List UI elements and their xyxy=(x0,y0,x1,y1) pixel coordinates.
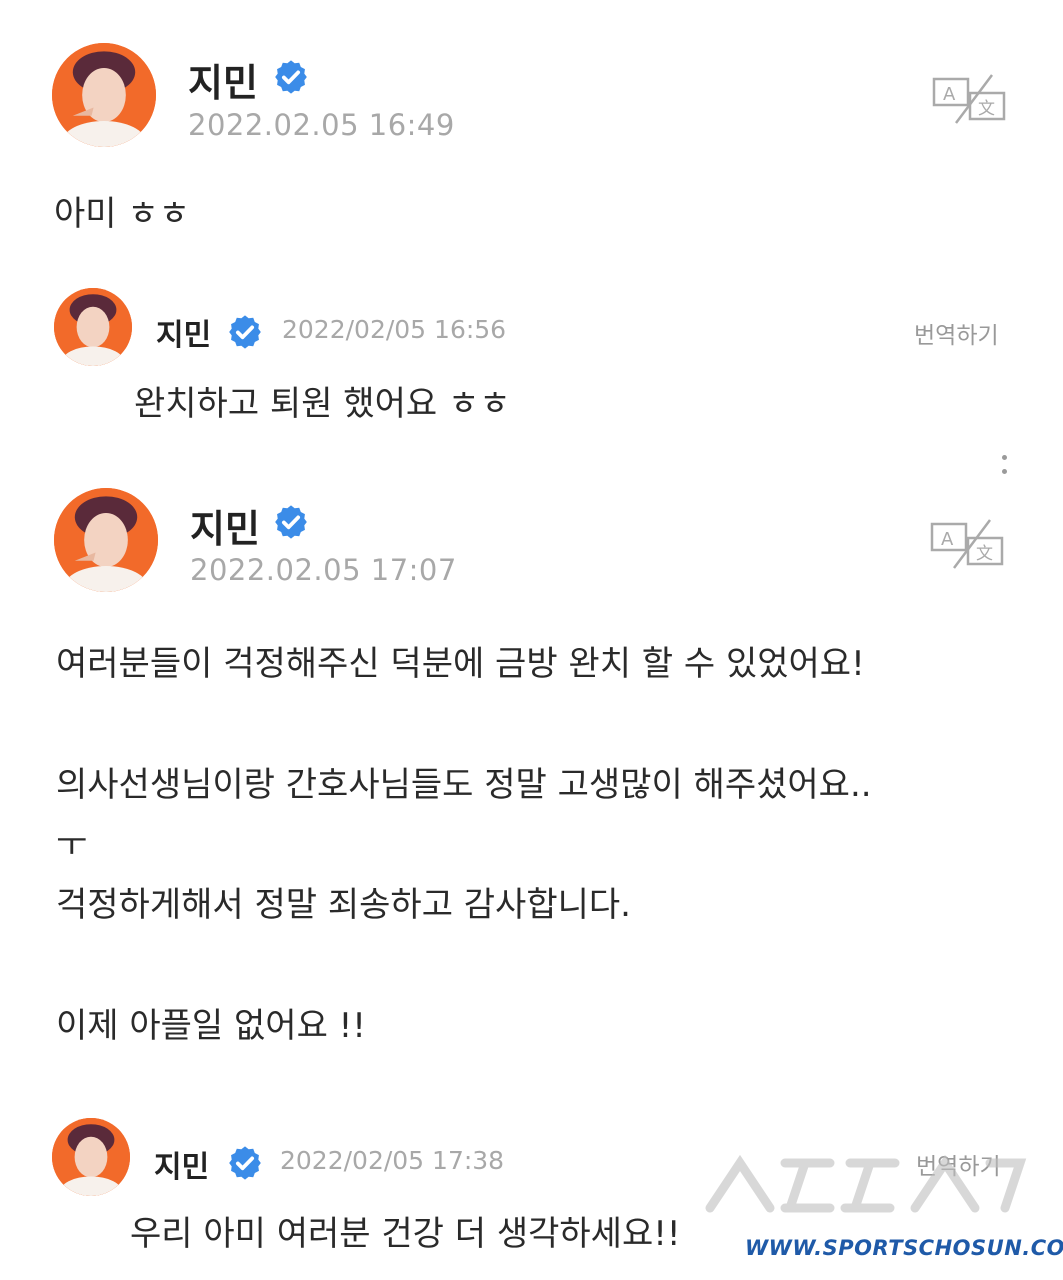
watermark-url: WWW.SPORTSCHOSUN.COM xyxy=(745,1236,1063,1260)
post-body-line: 이제 아플일 없어요 !! xyxy=(56,1006,366,1046)
verified-badge-icon xyxy=(275,60,307,94)
watermark-logo xyxy=(690,1148,1030,1247)
verified-badge-icon xyxy=(229,1146,261,1180)
svg-text:文: 文 xyxy=(978,99,995,119)
author-name[interactable]: 지민 xyxy=(190,498,260,553)
post-body-line: 의사선생님이랑 간호사님들도 정말 고생많이 해주셨어요.. xyxy=(56,765,872,805)
sportschosun-logo xyxy=(705,1154,1027,1213)
comment-body: 완치하고 퇴원 했어요 ㅎㅎ xyxy=(134,384,511,424)
avatar[interactable] xyxy=(52,43,156,147)
avatar[interactable] xyxy=(54,288,132,366)
svg-text:文: 文 xyxy=(976,544,993,564)
verified-badge-icon xyxy=(275,505,307,539)
comment-body: 우리 아미 여러분 건강 더 생각하세요!! xyxy=(130,1214,681,1254)
profile-photo xyxy=(52,1118,130,1196)
post-date: 2022.02.05 17:07 xyxy=(190,553,457,587)
post-body-line: ㅜ xyxy=(56,825,88,865)
post-body: 아미 ㅎㅎ xyxy=(54,194,190,234)
verified-badge-icon xyxy=(229,315,261,349)
post-body-line: 여러분들이 걱정해주신 덕분에 금방 완치 할 수 있었어요! xyxy=(56,644,865,684)
author-name[interactable]: 지민 xyxy=(154,1142,209,1186)
profile-photo xyxy=(54,288,132,366)
post-body-line: 걱정하게해서 정말 죄송하고 감사합니다. xyxy=(56,885,631,925)
translate-icon[interactable]: A 文 xyxy=(930,518,1004,570)
avatar[interactable] xyxy=(54,488,158,592)
profile-photo xyxy=(54,488,158,592)
svg-text:A: A xyxy=(941,529,954,550)
post-date: 2022.02.05 16:49 xyxy=(188,108,455,142)
more-vertical-icon[interactable] xyxy=(1002,455,1008,483)
svg-text:A: A xyxy=(943,84,956,105)
author-name[interactable]: 지민 xyxy=(188,52,258,107)
author-name[interactable]: 지민 xyxy=(156,310,211,354)
profile-photo xyxy=(52,43,156,147)
translate-button[interactable]: 번역하기 xyxy=(914,316,999,350)
avatar[interactable] xyxy=(52,1118,130,1196)
comment-date: 2022/02/05 16:56 xyxy=(282,315,507,344)
comment-date: 2022/02/05 17:38 xyxy=(280,1146,505,1175)
translate-icon[interactable]: A 文 xyxy=(932,73,1006,125)
